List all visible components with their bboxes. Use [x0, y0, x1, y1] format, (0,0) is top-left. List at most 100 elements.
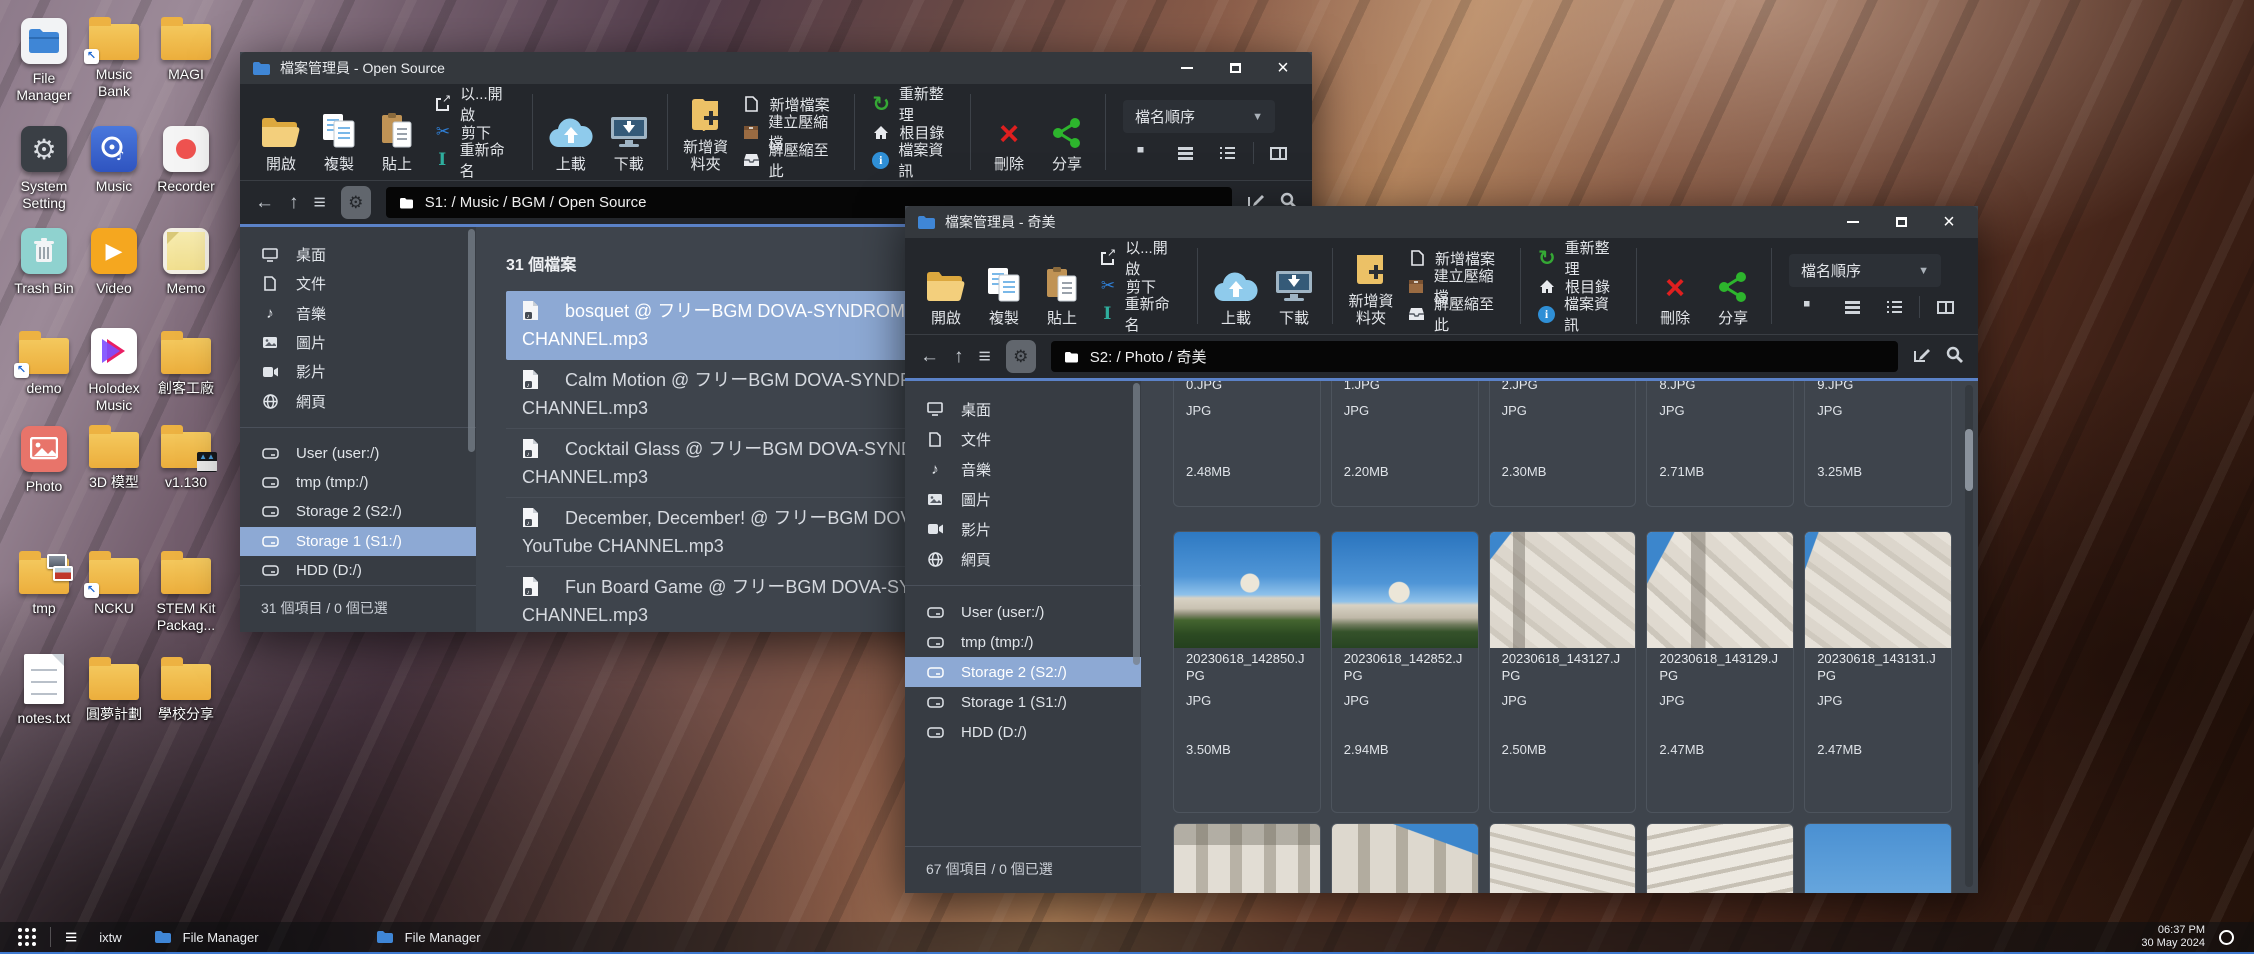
desktop-icon-3d-models[interactable]: 3D 模型	[78, 422, 150, 491]
open-with-button[interactable]: 以...開啟	[434, 93, 515, 116]
photo-cell[interactable]	[1804, 823, 1952, 893]
view-list-button[interactable]	[1165, 147, 1207, 160]
share-button[interactable]: 分享	[1038, 91, 1096, 173]
photo-cell[interactable]: 1.JPGJPG2.20MB	[1331, 381, 1479, 507]
copy-button[interactable]: 複製	[310, 91, 368, 173]
sidebar-item-documents[interactable]: 文件	[240, 269, 476, 298]
sort-order-dropdown[interactable]: 檔名順序 ▼	[1789, 254, 1941, 287]
photo-cell[interactable]: 20230618_143131.JPGJPG2.47MB	[1804, 531, 1952, 813]
refresh-button[interactable]: ↻重新整理	[1538, 247, 1619, 270]
sidebar-scrollbar[interactable]	[1133, 383, 1140, 665]
sidebar-item-pictures[interactable]: 圖片	[905, 484, 1141, 514]
desktop-icon-v1130[interactable]: ▲▲ v1.130	[150, 422, 222, 491]
minimize-button[interactable]	[1176, 57, 1198, 79]
open-with-button[interactable]: 以...開啟	[1099, 247, 1180, 270]
sidebar-item-music[interactable]: ♪音樂	[240, 299, 476, 328]
paste-button[interactable]: 貼上	[368, 91, 426, 173]
desktop-icon-holodex-music[interactable]: Holodex Music	[78, 324, 150, 414]
delete-button[interactable]: × 刪除	[980, 91, 1038, 173]
photo-cell[interactable]: 0.JPGJPG2.48MB	[1173, 381, 1321, 507]
open-button[interactable]: 開啟	[252, 91, 310, 173]
desktop-icon-system-setting[interactable]: ⚙ System Setting	[8, 122, 80, 212]
back-button[interactable]: ←	[920, 347, 939, 366]
copy-button[interactable]: 複製	[975, 245, 1033, 327]
sidebar-item-music[interactable]: ♪音樂	[905, 454, 1141, 484]
paste-button[interactable]: 貼上	[1033, 245, 1091, 327]
sidebar-drive-storage2[interactable]: Storage 2 (S2:/)	[240, 497, 476, 526]
menu-button[interactable]: ≡	[979, 347, 991, 366]
sidebar-drive-tmp[interactable]: tmp (tmp:/)	[240, 468, 476, 497]
search-button[interactable]	[1946, 346, 1963, 367]
taskbar-clock[interactable]: 06:37 PM 30 May 2024	[2141, 924, 2205, 950]
sidebar-item-web[interactable]: 網頁	[905, 544, 1141, 574]
edit-path-button[interactable]	[1913, 346, 1931, 368]
desktop-icon-school-share[interactable]: 學校分享	[150, 654, 222, 723]
close-button[interactable]: ×	[1272, 57, 1294, 79]
desktop-icon-maker-factory[interactable]: 創客工廠	[150, 328, 222, 397]
refresh-button[interactable]: ↻重新整理	[872, 93, 953, 116]
sidebar-scrollbar[interactable]	[468, 229, 475, 452]
desktop-icon-recorder[interactable]: Recorder	[150, 122, 222, 195]
sidebar-item-documents[interactable]: 文件	[905, 424, 1141, 454]
photo-cell[interactable]: 20230618_143129.JPGJPG2.47MB	[1646, 531, 1794, 813]
desktop-icon-music-bank[interactable]: ↖ Music Bank	[78, 14, 150, 100]
download-button[interactable]: 下載	[1265, 245, 1323, 327]
open-button[interactable]: 開啟	[917, 245, 975, 327]
settings-button[interactable]: ⚙	[1006, 340, 1036, 373]
close-button[interactable]: ×	[1938, 211, 1960, 233]
up-button[interactable]: ↑	[954, 347, 964, 366]
upload-button[interactable]: 上載	[1207, 245, 1265, 327]
app-launcher-icon[interactable]	[18, 928, 36, 946]
up-button[interactable]: ↑	[289, 193, 299, 212]
new-folder-button[interactable]: 新增資料夾	[1342, 245, 1400, 327]
power-icon[interactable]	[2219, 930, 2234, 945]
file-info-button[interactable]: i檔案資訊	[1538, 303, 1619, 326]
upload-button[interactable]: 上載	[542, 91, 600, 173]
desktop-icon-photo[interactable]: Photo	[8, 422, 80, 495]
desktop-icon-stem-kit[interactable]: STEM Kit Packag...	[150, 548, 222, 634]
photo-cell[interactable]: 20230618_142850.JPGJPG3.50MB	[1173, 531, 1321, 813]
desktop-icon-music[interactable]: ♪ Music	[78, 122, 150, 195]
delete-button[interactable]: × 刪除	[1646, 245, 1704, 327]
maximize-button[interactable]	[1224, 57, 1246, 79]
photo-cell[interactable]: 20230618_143127.JPGJPG2.50MB	[1489, 531, 1637, 813]
photo-cell[interactable]	[1489, 823, 1637, 893]
taskbar-menu-icon[interactable]: ≡	[65, 928, 77, 947]
sidebar-item-videos[interactable]: 影片	[905, 514, 1141, 544]
path-field[interactable]: S2: / Photo / 奇美	[1051, 341, 1898, 372]
back-button[interactable]: ←	[255, 193, 274, 212]
desktop-icon-notes-txt[interactable]: notes.txt	[8, 654, 80, 727]
photo-cell[interactable]: 20230618_142852.JPGJPG2.94MB	[1331, 531, 1479, 813]
sidebar-drive-user[interactable]: User (user:/)	[905, 597, 1141, 627]
new-folder-button[interactable]: 新增資料夾	[677, 91, 735, 173]
photo-cell[interactable]: 2.JPGJPG2.30MB	[1489, 381, 1637, 507]
desktop-icon-memo[interactable]: Memo	[150, 224, 222, 297]
sidebar-drive-hdd[interactable]: HDD (D:/)	[905, 717, 1141, 747]
desktop-icon-tmp[interactable]: tmp	[8, 548, 80, 617]
sidebar-drive-storage1[interactable]: Storage 1 (S1:/)	[905, 687, 1141, 717]
rename-button[interactable]: I重新命名	[1099, 303, 1180, 326]
titlebar[interactable]: 檔案管理員 - Open Source ×	[240, 52, 1312, 84]
desktop-icon-dream-plan[interactable]: 圓夢計劃	[78, 654, 150, 723]
sort-order-dropdown[interactable]: 檔名順序 ▼	[1123, 100, 1275, 133]
menu-button[interactable]: ≡	[314, 193, 326, 212]
taskbar-app-file-manager-1[interactable]: File Manager	[148, 922, 348, 952]
desktop-icon-video[interactable]: ▶ Video	[78, 224, 150, 297]
minimize-button[interactable]	[1842, 211, 1864, 233]
maximize-button[interactable]	[1890, 211, 1912, 233]
settings-button[interactable]: ⚙	[341, 186, 371, 219]
desktop-icon-ncku[interactable]: ↖ NCKU	[78, 548, 150, 617]
sidebar-item-videos[interactable]: 影片	[240, 357, 476, 386]
photo-cell[interactable]: 8.JPGJPG2.71MB	[1646, 381, 1794, 507]
sidebar-drive-tmp[interactable]: tmp (tmp:/)	[905, 627, 1141, 657]
sidebar-item-desktop[interactable]: 桌面	[240, 240, 476, 269]
share-button[interactable]: 分享	[1704, 245, 1762, 327]
view-columns-button[interactable]	[1258, 147, 1300, 160]
view-grid-button[interactable]	[1123, 147, 1165, 160]
sidebar-drive-storage2-selected[interactable]: Storage 2 (S2:/)	[905, 657, 1141, 687]
download-button[interactable]: 下載	[600, 91, 658, 173]
sidebar-item-web[interactable]: 網頁	[240, 386, 476, 415]
desktop-icon-file-manager[interactable]: File Manager	[8, 14, 80, 104]
photo-cell[interactable]	[1646, 823, 1794, 893]
sidebar-item-pictures[interactable]: 圖片	[240, 328, 476, 357]
